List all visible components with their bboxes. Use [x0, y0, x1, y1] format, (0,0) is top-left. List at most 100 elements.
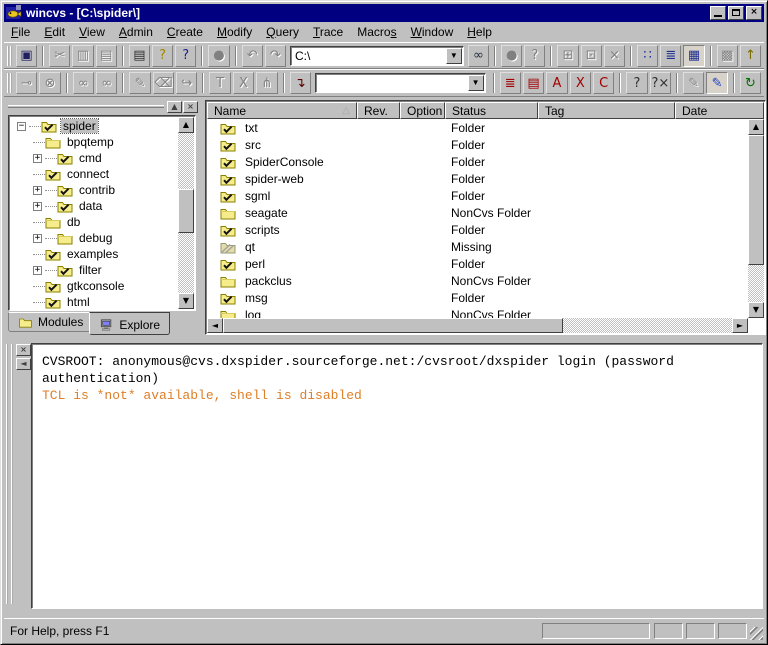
- release-icon[interactable]: ↪: [176, 72, 197, 94]
- file-row-perl[interactable]: perlFolder: [207, 255, 748, 272]
- cut-icon[interactable]: ✂: [49, 45, 70, 67]
- expand-plus-icon[interactable]: +: [33, 266, 42, 275]
- file-row-spider-web[interactable]: spider-webFolder: [207, 170, 748, 187]
- browser-panel-header[interactable]: ▲ ×: [6, 100, 198, 113]
- goto-icon[interactable]: ↴: [290, 72, 311, 94]
- combo-dropdown-icon[interactable]: ▼: [468, 75, 484, 91]
- small-icons-view-icon[interactable]: ∷: [637, 45, 658, 67]
- list-scroll-left-button[interactable]: ◄: [207, 318, 223, 333]
- edit-search-icon[interactable]: ✎: [683, 72, 704, 94]
- expand-plus-icon[interactable]: +: [33, 234, 42, 243]
- title-bar[interactable]: wincvs - [C:\spider\] ×: [4, 4, 764, 22]
- stop-cvs-icon[interactable]: ●: [501, 45, 522, 67]
- add-binary-icon[interactable]: ⊡: [581, 45, 602, 67]
- delete-file-icon[interactable]: ×: [604, 45, 625, 67]
- binary-file-icon[interactable]: X: [233, 72, 254, 94]
- tree-item-data[interactable]: +data: [11, 198, 177, 214]
- query-annotate-icon[interactable]: A: [546, 72, 567, 94]
- column-header-option[interactable]: Option: [400, 102, 445, 119]
- file-row-log[interactable]: logNonCvs Folder: [207, 306, 748, 318]
- tree-item-contrib[interactable]: +contrib: [11, 182, 177, 198]
- tree-item-examples[interactable]: examples: [11, 246, 177, 262]
- up-folder-icon[interactable]: ↑: [740, 45, 761, 67]
- list-hscroll-thumb[interactable]: [223, 318, 563, 333]
- cvs-help-icon[interactable]: ?: [524, 45, 545, 67]
- save-icon[interactable]: ▣: [16, 45, 37, 67]
- list-scroll-thumb[interactable]: [748, 135, 764, 265]
- menu-trace[interactable]: Trace: [306, 23, 350, 42]
- flat-view-icon[interactable]: ▩: [717, 45, 738, 67]
- update-icon[interactable]: ∞: [73, 72, 94, 94]
- tree-item-db[interactable]: db: [11, 214, 177, 230]
- toolbar-gripper[interactable]: [7, 73, 12, 93]
- edit-file-icon[interactable]: ✎: [129, 72, 150, 94]
- logout-icon[interactable]: ⊗: [39, 72, 60, 94]
- file-row-msg[interactable]: msgFolder: [207, 289, 748, 306]
- column-header-rev[interactable]: Rev.: [357, 102, 400, 119]
- context-help-icon[interactable]: ?: [175, 45, 196, 67]
- file-row-seagate[interactable]: seagateNonCvs Folder: [207, 204, 748, 221]
- file-row-SpiderConsole[interactable]: SpiderConsoleFolder: [207, 153, 748, 170]
- text-file-icon[interactable]: T: [209, 72, 230, 94]
- file-row-sgml[interactable]: sgmlFolder: [207, 187, 748, 204]
- commit-icon[interactable]: ∞: [96, 72, 117, 94]
- tree-item-html[interactable]: html: [11, 294, 177, 310]
- menu-admin[interactable]: Admin: [112, 23, 160, 42]
- filter-combo[interactable]: ▼: [315, 73, 486, 93]
- panel-collapse-button[interactable]: ▲: [167, 101, 182, 113]
- panel-close-button[interactable]: ×: [183, 101, 198, 113]
- tree-item-connect[interactable]: connect: [11, 166, 177, 182]
- minimize-button[interactable]: [710, 6, 726, 20]
- list-vertical-scrollbar[interactable]: ▲ ▼: [748, 119, 764, 318]
- list-scroll-down-button[interactable]: ▼: [748, 302, 764, 318]
- tab-explore[interactable]: Explore: [89, 312, 170, 335]
- tree-vertical-scrollbar[interactable]: ▲ ▼: [178, 117, 194, 309]
- menu-help[interactable]: Help: [460, 23, 499, 42]
- file-row-qt[interactable]: qtMissing: [207, 238, 748, 255]
- login-icon[interactable]: ⊸: [16, 72, 37, 94]
- prev-folder-icon[interactable]: ↶: [242, 45, 263, 67]
- location-combo[interactable]: C:\▼: [290, 46, 464, 66]
- query-status-icon[interactable]: ≣: [500, 72, 521, 94]
- edit-select-icon[interactable]: ✎: [706, 72, 727, 94]
- collapse-minus-icon[interactable]: −: [17, 122, 26, 131]
- menu-view[interactable]: View: [72, 23, 112, 42]
- menu-macros[interactable]: Macros: [350, 23, 403, 42]
- paste-icon[interactable]: ▤: [96, 45, 117, 67]
- tree-scroll-down-button[interactable]: ▼: [178, 293, 194, 309]
- menu-query[interactable]: Query: [259, 23, 306, 42]
- tab-modules[interactable]: Modules: [8, 312, 93, 332]
- column-header-date[interactable]: Date: [675, 102, 764, 119]
- expand-plus-icon[interactable]: +: [33, 186, 42, 195]
- tree-item-filter[interactable]: +filter: [11, 262, 177, 278]
- menu-edit[interactable]: Edit: [37, 23, 72, 42]
- browse-location-icon[interactable]: ∞: [468, 45, 489, 67]
- menu-file[interactable]: File: [4, 23, 37, 42]
- toolbar-gripper[interactable]: [7, 46, 12, 66]
- tree-item-cmd[interactable]: +cmd: [11, 150, 177, 166]
- stop-command-icon[interactable]: ●: [208, 45, 229, 67]
- tree-item-gtkconsole[interactable]: gtkconsole: [11, 278, 177, 294]
- maximize-button[interactable]: [728, 6, 744, 20]
- console-gripper[interactable]: [6, 344, 13, 604]
- panel-gripper[interactable]: [8, 105, 164, 108]
- query-log-icon[interactable]: ▤: [523, 72, 544, 94]
- next-folder-icon[interactable]: ↷: [265, 45, 286, 67]
- file-row-scripts[interactable]: scriptsFolder: [207, 221, 748, 238]
- tree-scroll-up-button[interactable]: ▲: [178, 117, 194, 133]
- tree-item-debug[interactable]: +debug: [11, 230, 177, 246]
- details-view-icon[interactable]: ▦: [683, 45, 704, 67]
- file-row-packclus[interactable]: packclusNonCvs Folder: [207, 272, 748, 289]
- refresh-icon[interactable]: ↻: [740, 72, 761, 94]
- about-help-icon[interactable]: ?: [152, 45, 173, 67]
- list-view-icon[interactable]: ≣: [660, 45, 681, 67]
- list-scroll-up-button[interactable]: ▲: [748, 119, 764, 135]
- expand-plus-icon[interactable]: +: [33, 202, 42, 211]
- console-close-button[interactable]: ×: [16, 344, 31, 356]
- menu-window[interactable]: Window: [404, 23, 461, 42]
- menu-create[interactable]: Create: [160, 23, 210, 42]
- file-row-src[interactable]: srcFolder: [207, 136, 748, 153]
- tree-scroll-thumb[interactable]: [178, 189, 194, 233]
- query-diff-icon[interactable]: X: [570, 72, 591, 94]
- erase-file-icon[interactable]: ⌫: [153, 72, 174, 94]
